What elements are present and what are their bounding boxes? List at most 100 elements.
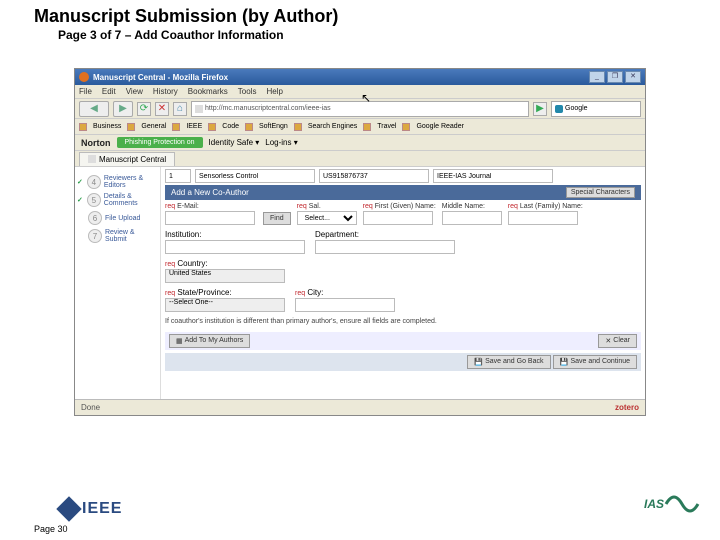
search-engine-icon bbox=[555, 105, 563, 113]
slide-page-number: Page 30 bbox=[34, 524, 68, 534]
minimize-button[interactable]: _ bbox=[589, 71, 605, 83]
department-label: Department: bbox=[315, 230, 455, 239]
folder-icon bbox=[245, 123, 253, 131]
bookmark-search[interactable]: Search Engines bbox=[308, 123, 357, 130]
institution-input[interactable] bbox=[165, 240, 305, 254]
menu-file[interactable]: File bbox=[79, 87, 92, 96]
institution-label: Institution: bbox=[165, 230, 305, 239]
last-name-label: req Last (Family) Name: bbox=[508, 203, 583, 210]
add-to-authors-button[interactable]: ▦Add To My Authors bbox=[169, 334, 250, 348]
country-select[interactable]: United States bbox=[165, 269, 285, 283]
checkmark-icon: ✓ bbox=[77, 178, 84, 186]
bookmark-general[interactable]: General bbox=[141, 123, 166, 130]
folder-icon bbox=[172, 123, 180, 131]
tab-manuscript-central[interactable]: Manuscript Central bbox=[79, 152, 175, 166]
bookmarks-toolbar: Business General IEEE Code SoftEngn Sear… bbox=[75, 119, 645, 135]
page-content: ✓4Reviewers & Editors ✓5Details & Commen… bbox=[75, 167, 645, 399]
menu-history[interactable]: History bbox=[153, 87, 178, 96]
coauthor-header: Add a New Co-Author Special Characters bbox=[165, 185, 641, 200]
norton-toolbar: Norton Phishing Protection on Identity S… bbox=[75, 135, 645, 151]
ias-logo: IAS bbox=[644, 492, 700, 516]
step-7[interactable]: 7Review & Submit bbox=[77, 229, 158, 243]
menu-edit[interactable]: Edit bbox=[102, 87, 116, 96]
last-name-input[interactable] bbox=[508, 211, 578, 225]
checkmark-icon: ✓ bbox=[77, 196, 84, 204]
state-select[interactable]: --Select One-- bbox=[165, 298, 285, 312]
form-note: If coauthor's institution is different t… bbox=[165, 318, 641, 326]
salutation-label: req Sal. bbox=[297, 203, 357, 210]
department-input[interactable] bbox=[315, 240, 455, 254]
bookmark-code[interactable]: Code bbox=[222, 123, 239, 130]
clear-button[interactable]: ✕Clear bbox=[598, 334, 637, 348]
find-button[interactable]: Find bbox=[263, 212, 291, 225]
forward-button[interactable]: ▶ bbox=[113, 101, 133, 117]
title-field[interactable] bbox=[195, 169, 315, 183]
plus-icon: ▦ bbox=[176, 337, 183, 345]
status-text: Done bbox=[81, 403, 100, 412]
browser-window: ↖ Manuscript Central - Mozilla Firefox _… bbox=[74, 68, 646, 416]
bookmark-softengn[interactable]: SoftEngn bbox=[259, 123, 288, 130]
navigate-row: 💾Save and Go Back 💾Save and Continue bbox=[165, 353, 641, 371]
home-button[interactable]: ⌂ bbox=[173, 102, 187, 116]
city-input[interactable] bbox=[295, 298, 395, 312]
journal-field[interactable] bbox=[433, 169, 553, 183]
window-title: Manuscript Central - Mozilla Firefox bbox=[93, 73, 589, 82]
zotero-indicator[interactable]: zotero bbox=[615, 403, 639, 412]
save-continue-button[interactable]: 💾Save and Continue bbox=[553, 355, 637, 369]
clear-icon: ✕ bbox=[605, 337, 611, 345]
order-field[interactable] bbox=[165, 169, 191, 183]
window-titlebar: Manuscript Central - Mozilla Firefox _ ❐… bbox=[75, 69, 645, 85]
special-characters-button[interactable]: Special Characters bbox=[566, 187, 635, 198]
bookmark-reader[interactable]: Google Reader bbox=[416, 123, 463, 130]
logins-menu[interactable]: Log-ins ▾ bbox=[265, 138, 297, 147]
menu-help[interactable]: Help bbox=[266, 87, 282, 96]
menu-bar: File Edit View History Bookmarks Tools H… bbox=[75, 85, 645, 99]
close-button[interactable]: ✕ bbox=[625, 71, 641, 83]
add-author-row: ▦Add To My Authors ✕Clear bbox=[165, 332, 641, 350]
menu-tools[interactable]: Tools bbox=[238, 87, 257, 96]
identity-safe-menu[interactable]: Identity Safe ▾ bbox=[209, 138, 260, 147]
norton-brand: Norton bbox=[81, 138, 111, 148]
salutation-select[interactable]: Select... bbox=[297, 211, 357, 225]
maximize-button[interactable]: ❐ bbox=[607, 71, 623, 83]
ias-wave-icon bbox=[664, 492, 700, 516]
step-6[interactable]: 6File Upload bbox=[77, 211, 158, 225]
phishing-badge[interactable]: Phishing Protection on bbox=[117, 137, 203, 148]
tab-label: Manuscript Central bbox=[99, 155, 166, 164]
folder-icon bbox=[208, 123, 216, 131]
go-button[interactable]: ▶ bbox=[533, 102, 547, 116]
bookmark-travel[interactable]: Travel bbox=[377, 123, 396, 130]
nav-toolbar: ◀ ▶ ⟳ ✕ ⌂ http://mc.manuscriptcentral.co… bbox=[75, 99, 645, 119]
stop-button[interactable]: ✕ bbox=[155, 102, 169, 116]
country-label: req Country: bbox=[165, 259, 285, 268]
tab-favicon-icon bbox=[88, 155, 96, 163]
middle-name-label: Middle Name: bbox=[442, 203, 502, 210]
id-field[interactable] bbox=[319, 169, 429, 183]
menu-view[interactable]: View bbox=[126, 87, 143, 96]
site-favicon-icon bbox=[195, 105, 203, 113]
step-4[interactable]: ✓4Reviewers & Editors bbox=[77, 175, 158, 189]
back-button[interactable]: ◀ bbox=[79, 101, 109, 117]
firefox-icon bbox=[79, 72, 89, 82]
bookmark-ieee[interactable]: IEEE bbox=[186, 123, 202, 130]
save-icon: 💾 bbox=[474, 358, 483, 366]
step-5[interactable]: ✓5Details & Comments bbox=[77, 193, 158, 207]
slide-subtitle: Page 3 of 7 – Add Coauthor Information bbox=[58, 28, 284, 42]
email-input[interactable] bbox=[165, 211, 255, 225]
first-name-input[interactable] bbox=[363, 211, 433, 225]
menu-bookmarks[interactable]: Bookmarks bbox=[188, 87, 228, 96]
save-go-back-button[interactable]: 💾Save and Go Back bbox=[467, 355, 550, 369]
first-name-label: req First (Given) Name: bbox=[363, 203, 436, 210]
url-text: http://mc.manuscriptcentral.com/ieee-ias bbox=[205, 105, 331, 112]
bookmark-business[interactable]: Business bbox=[93, 123, 121, 130]
address-bar[interactable]: http://mc.manuscriptcentral.com/ieee-ias bbox=[191, 101, 529, 117]
search-box[interactable]: Google bbox=[551, 101, 641, 117]
status-bar: Done zotero bbox=[75, 399, 645, 415]
ieee-text: IEEE bbox=[82, 500, 122, 518]
slide-title: Manuscript Submission (by Author) bbox=[34, 6, 338, 27]
step-nav: ✓4Reviewers & Editors ✓5Details & Commen… bbox=[75, 167, 161, 399]
reload-button[interactable]: ⟳ bbox=[137, 102, 151, 116]
middle-name-input[interactable] bbox=[442, 211, 502, 225]
tab-bar: Manuscript Central bbox=[75, 151, 645, 167]
state-label: req State/Province: bbox=[165, 288, 285, 297]
